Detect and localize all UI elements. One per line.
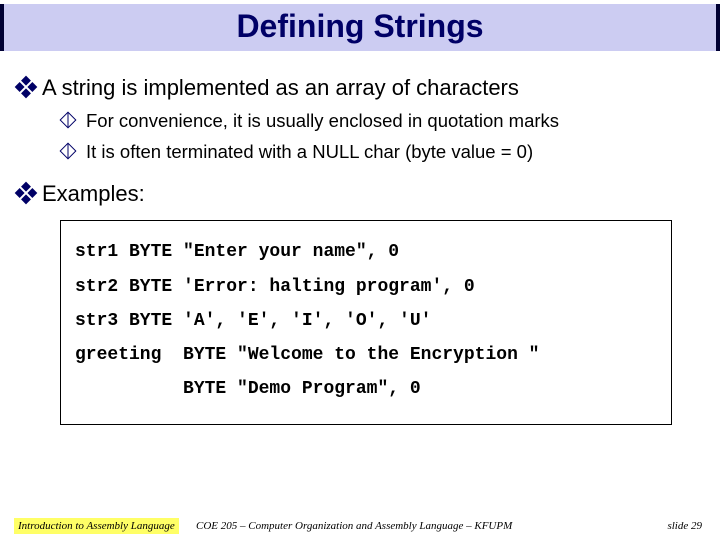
open-diamond-icon — [60, 111, 77, 128]
code-line: greeting BYTE "Welcome to the Encryption… — [75, 338, 657, 372]
diamond-bullet-icon — [15, 76, 38, 99]
footer-right: slide 29 — [667, 520, 702, 532]
sub-bullet-text: For convenience, it is usually enclosed … — [86, 109, 559, 134]
code-line: str1 BYTE "Enter your name", 0 — [75, 235, 657, 269]
title-bar: Defining Strings — [0, 4, 720, 51]
code-box: str1 BYTE "Enter your name", 0 str2 BYTE… — [60, 220, 672, 425]
bullet-item: A string is implemented as an array of c… — [18, 73, 702, 103]
bullet-text: A string is implemented as an array of c… — [42, 73, 519, 103]
footer-left: Introduction to Assembly Language — [14, 518, 179, 534]
slide: Defining Strings A string is implemented… — [0, 4, 720, 540]
code-line: str2 BYTE 'Error: halting program', 0 — [75, 270, 657, 304]
footer: Introduction to Assembly Language COE 20… — [0, 510, 720, 534]
bullet-text: Examples: — [42, 179, 145, 209]
open-diamond-icon — [60, 142, 77, 159]
title-inner: Defining Strings — [4, 4, 716, 51]
code-line: str3 BYTE 'A', 'E', 'I', 'O', 'U' — [75, 304, 657, 338]
sub-bullet-item: For convenience, it is usually enclosed … — [62, 109, 702, 134]
code-line: BYTE "Demo Program", 0 — [75, 372, 657, 406]
slide-body: A string is implemented as an array of c… — [0, 51, 720, 425]
diamond-bullet-icon — [15, 181, 38, 204]
sub-bullet-text: It is often terminated with a NULL char … — [86, 140, 533, 165]
sub-bullet-item: It is often terminated with a NULL char … — [62, 140, 702, 165]
slide-title: Defining Strings — [236, 8, 483, 44]
bullet-item: Examples: — [18, 179, 702, 209]
footer-mid: COE 205 – Computer Organization and Asse… — [196, 520, 512, 532]
